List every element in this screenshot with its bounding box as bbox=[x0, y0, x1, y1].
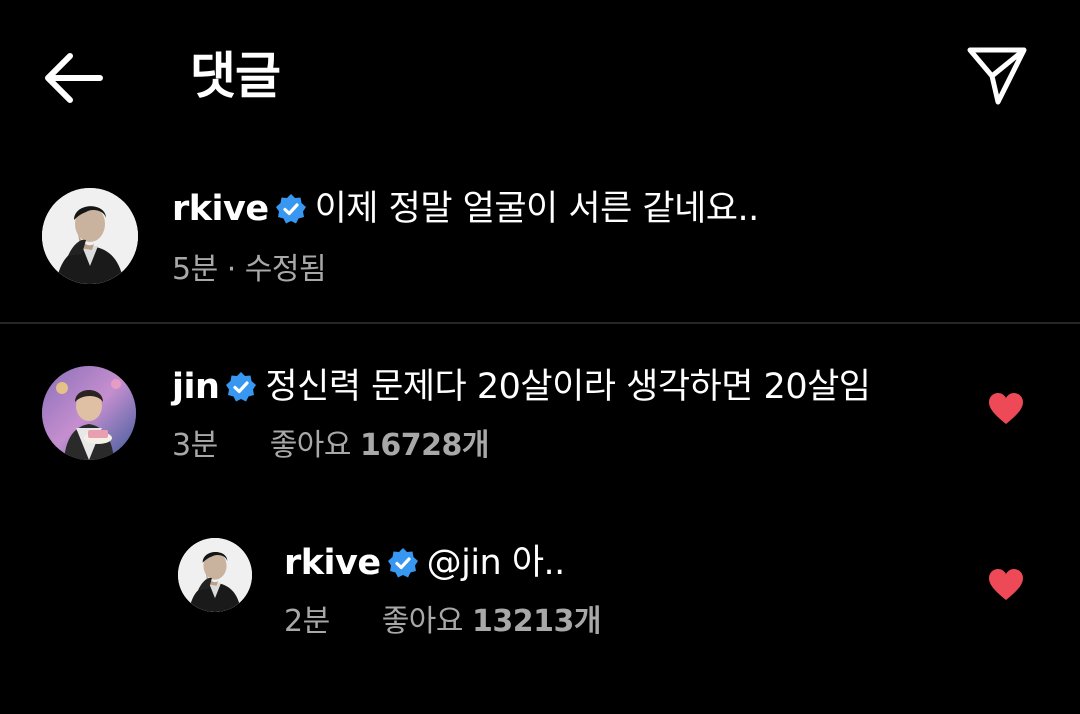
profile-photo-rkive bbox=[42, 188, 138, 284]
likes-label: 좋아요 bbox=[381, 604, 473, 639]
profile-photo-rkive bbox=[178, 538, 252, 612]
heart-filled-icon bbox=[989, 393, 1023, 424]
caption-line: rkive 이제 정말 얼굴이 서른 같네요.. bbox=[172, 184, 759, 239]
likes-link[interactable]: 좋아요 13213개 bbox=[381, 604, 602, 639]
avatar[interactable] bbox=[178, 538, 252, 612]
likes-link[interactable]: 좋아요 16728개 bbox=[269, 428, 490, 463]
verified-badge-icon bbox=[387, 543, 419, 593]
username[interactable]: rkive bbox=[172, 189, 269, 229]
profile-photo-jin bbox=[42, 366, 136, 460]
share-button[interactable] bbox=[962, 42, 1032, 108]
username[interactable]: jin bbox=[172, 367, 220, 407]
likes-count: 13213개 bbox=[472, 604, 602, 639]
page-title: 댓글 bbox=[190, 47, 281, 105]
verified-badge-icon bbox=[225, 367, 257, 417]
caption-meta: 5분 · 수정됨 bbox=[172, 252, 327, 287]
username[interactable]: rkive bbox=[284, 543, 381, 583]
avatar[interactable] bbox=[42, 366, 136, 460]
comment-meta: 3분 좋아요 16728개 bbox=[172, 426, 490, 466]
likes-label: 좋아요 bbox=[269, 428, 361, 463]
like-button[interactable] bbox=[988, 392, 1024, 426]
reply-line: rkive @jin 아.. bbox=[284, 538, 565, 593]
caption-comment: rkive 이제 정말 얼굴이 서른 같네요.. 5분 · 수정됨 bbox=[0, 150, 1080, 320]
heart-filled-icon bbox=[989, 569, 1023, 600]
comment-item: jin 정신력 문제다 20살이라 생각하면 20살임 3분 좋아요 16728개 bbox=[0, 324, 1080, 494]
comment-line: jin 정신력 문제다 20살이라 생각하면 20살임 bbox=[172, 362, 871, 417]
comment-text: 정신력 문제다 20살이라 생각하면 20살임 bbox=[265, 367, 871, 407]
comment-time: 3분 bbox=[172, 428, 218, 463]
comment-time: 2분 bbox=[284, 604, 330, 639]
reply-item: rkive @jin 아.. 2분 좋아요 13213개 bbox=[0, 494, 1080, 664]
like-button[interactable] bbox=[988, 568, 1024, 602]
avatar[interactable] bbox=[42, 188, 138, 284]
comment-text: 이제 정말 얼굴이 서른 같네요.. bbox=[314, 189, 760, 229]
arrow-left-icon bbox=[45, 53, 103, 103]
verified-badge-icon bbox=[275, 189, 307, 239]
paper-plane-icon bbox=[967, 47, 1027, 105]
header-bar: 댓글 bbox=[0, 0, 1080, 150]
likes-count: 16728개 bbox=[360, 428, 490, 463]
comment-text: @jin 아.. bbox=[426, 543, 566, 583]
reply-meta: 2분 좋아요 13213개 bbox=[284, 602, 602, 642]
back-button[interactable] bbox=[38, 48, 110, 108]
